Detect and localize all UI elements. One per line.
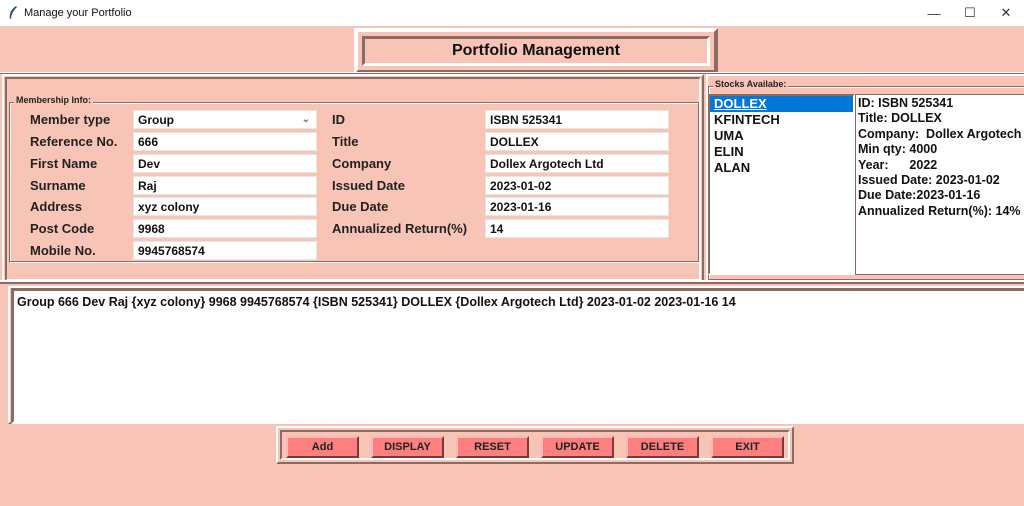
header-frame: Portfolio Management — [354, 28, 718, 74]
due-date-label: Due Date — [332, 199, 389, 214]
detail-title: Title: DOLLEX — [858, 111, 942, 126]
display-button[interactable]: DISPLAY — [371, 436, 444, 458]
detail-company: Company: Dollex Argotech Ltd — [858, 126, 1022, 141]
company-label: Company — [332, 156, 392, 171]
due-date-input[interactable]: 2023-01-16 — [485, 197, 669, 216]
address-input[interactable]: xyz colony — [133, 197, 317, 216]
window-title: Manage your Portfolio — [24, 7, 132, 19]
stock-item-alan[interactable]: ALAN — [710, 160, 853, 176]
issued-date-input[interactable]: 2023-01-02 — [485, 176, 669, 195]
stock-item-dollex[interactable]: DOLLEX — [710, 96, 853, 112]
stock-details-panel: ID: ISBN 525341 Title: DOLLEX Company: D… — [855, 94, 1024, 275]
reference-no-input[interactable]: 666 — [133, 132, 317, 151]
stocks-listbox[interactable]: DOLLEX KFINTECH UMA ELIN ALAN — [708, 94, 855, 275]
detail-min-qty: Min qty: 4000 — [858, 142, 938, 157]
issued-date-label: Issued Date — [332, 178, 405, 193]
member-type-label: Member type — [30, 112, 111, 127]
maximize-button[interactable]: ☐ — [952, 0, 988, 26]
page-title: Portfolio Management — [451, 42, 620, 59]
minimize-icon: — — [927, 5, 941, 21]
stock-item-uma[interactable]: UMA — [710, 128, 853, 144]
member-type-select[interactable]: Group ⌄ — [133, 110, 317, 129]
detail-due-date: Due Date:2023-01-16 — [858, 188, 981, 203]
annualized-return-label: Annualized Return(%) — [332, 221, 468, 236]
title-bar: Manage your Portfolio — ☐ ✕ — [0, 0, 1024, 26]
update-button[interactable]: UPDATE — [541, 436, 614, 458]
close-icon: ✕ — [1000, 5, 1012, 20]
window-controls: — ☐ ✕ — [916, 0, 1024, 26]
delete-button[interactable]: DELETE — [626, 436, 699, 458]
stock-item-kfintech[interactable]: KFINTECH — [710, 112, 853, 128]
stock-item-elin[interactable]: ELIN — [710, 144, 853, 160]
minimize-button[interactable]: — — [916, 0, 952, 26]
detail-issued-date: Issued Date: 2023-01-02 — [858, 173, 1000, 188]
title-input[interactable]: DOLLEX — [485, 132, 669, 151]
id-input[interactable]: ISBN 525341 — [485, 110, 669, 129]
company-input[interactable]: Dollex Argotech Ltd — [485, 154, 669, 173]
id-label: ID — [332, 112, 345, 127]
reference-no-label: Reference No. — [30, 134, 118, 149]
membership-info-label: Membership Info: — [14, 95, 94, 105]
annualized-return-input[interactable]: 14 — [485, 219, 669, 238]
close-button[interactable]: ✕ — [988, 0, 1024, 26]
header-inner: Portfolio Management — [362, 36, 710, 66]
surname-input[interactable]: Raj — [133, 176, 317, 195]
maximize-icon: ☐ — [964, 5, 976, 20]
mobile-no-input[interactable]: 9945768574 — [133, 241, 317, 260]
exit-button[interactable]: EXIT — [711, 436, 784, 458]
address-label: Address — [30, 199, 83, 214]
surname-label: Surname — [30, 178, 86, 193]
title-label: Title — [332, 134, 359, 149]
detail-id: ID: ISBN 525341 — [858, 96, 954, 110]
button-frame: Add DISPLAY RESET UPDATE DELETE EXIT — [276, 426, 794, 464]
member-type-value: Group — [138, 112, 174, 127]
chevron-down-icon[interactable]: ⌄ — [302, 114, 310, 125]
detail-annualized-return: Annualized Return(%): 14% — [858, 203, 1021, 218]
first-name-input[interactable]: Dev — [133, 154, 317, 173]
output-textarea[interactable]: Group 666 Dev Raj {xyz colony} 9968 9945… — [11, 288, 1024, 424]
post-code-label: Post Code — [30, 221, 95, 236]
stocks-available-label: Stocks Availabe: — [713, 79, 789, 89]
mobile-no-label: Mobile No. — [30, 243, 96, 258]
first-name-label: First Name — [30, 156, 98, 171]
post-code-input[interactable]: 9968 — [133, 219, 317, 238]
reset-button[interactable]: RESET — [456, 436, 529, 458]
add-button[interactable]: Add — [286, 436, 359, 458]
feather-icon — [8, 6, 18, 20]
detail-year: Year: 2022 — [858, 157, 938, 172]
divider — [0, 280, 1024, 284]
